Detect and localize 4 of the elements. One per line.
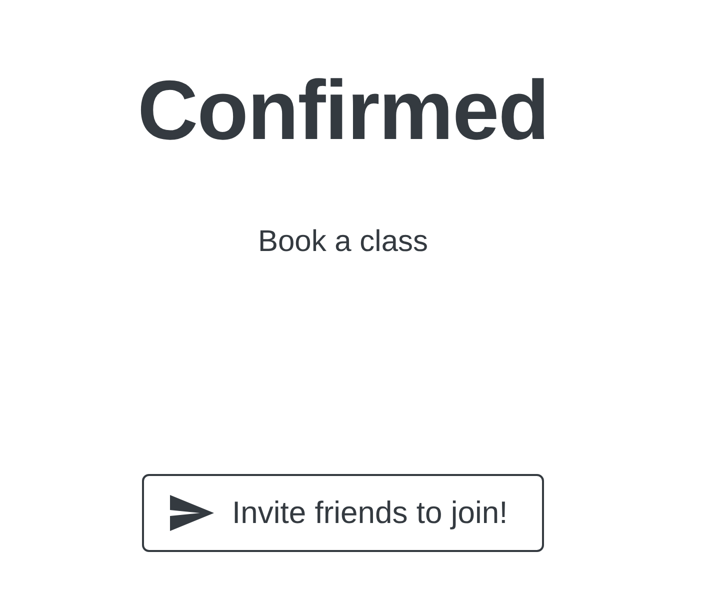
subtitle: Book a class [258,224,428,260]
invite-button[interactable]: Invite friends to join! [142,474,544,552]
page-heading: Confirmed [138,62,548,158]
send-icon [170,495,214,531]
